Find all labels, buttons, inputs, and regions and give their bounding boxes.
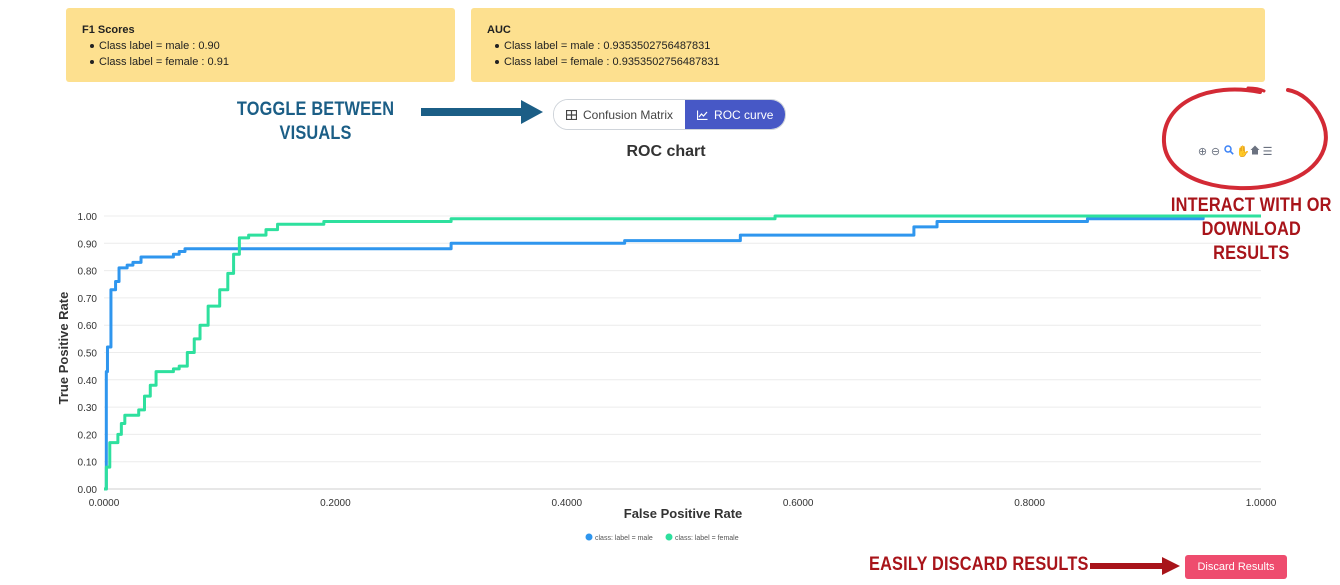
y-axis-label: True Positive Rate [56, 292, 71, 405]
chart-legend: class: label = male class: label = female [585, 533, 739, 542]
y-tick-label: 1.00 [78, 212, 98, 223]
discard-results-button[interactable]: Discard Results [1185, 555, 1287, 579]
x-tick-label: 0.8000 [1014, 498, 1045, 509]
y-tick-label: 0.60 [78, 321, 98, 332]
y-tick-label: 0.00 [78, 485, 98, 496]
x-tick-label: 0.6000 [783, 498, 814, 509]
legend-label[interactable]: class: label = male [595, 535, 653, 542]
roc-chart[interactable]: 0.00 0.10 0.20 0.30 0.40 0.50 0.60 0.70 0.80 0.90… [0, 0, 1340, 585]
y-axis-ticks: 0.00 0.10 0.20 0.30 0.40 0.50 0.60 0.70 0.80 0.90… [78, 212, 98, 496]
x-tick-label: 0.2000 [320, 498, 351, 509]
y-tick-label: 0.30 [78, 403, 98, 414]
legend-label[interactable]: class: label = female [675, 535, 739, 542]
legend-marker [665, 533, 673, 541]
discard-annotation: EASILY DISCARD RESULTS [869, 554, 1089, 575]
y-tick-label: 0.80 [78, 267, 98, 278]
chart-grid [104, 215, 1261, 490]
legend-marker [585, 533, 593, 541]
y-tick-label: 0.70 [78, 294, 98, 305]
y-tick-label: 0.50 [78, 349, 98, 360]
x-tick-label: 0.0000 [89, 498, 120, 509]
y-tick-label: 0.20 [78, 430, 98, 441]
y-tick-label: 0.40 [78, 376, 98, 387]
y-tick-label: 0.90 [78, 239, 98, 250]
x-tick-label: 0.4000 [552, 498, 583, 509]
y-tick-label: 0.10 [78, 458, 98, 469]
x-axis-label: False Positive Rate [624, 506, 743, 521]
x-tick-label: 1.0000 [1246, 498, 1277, 509]
